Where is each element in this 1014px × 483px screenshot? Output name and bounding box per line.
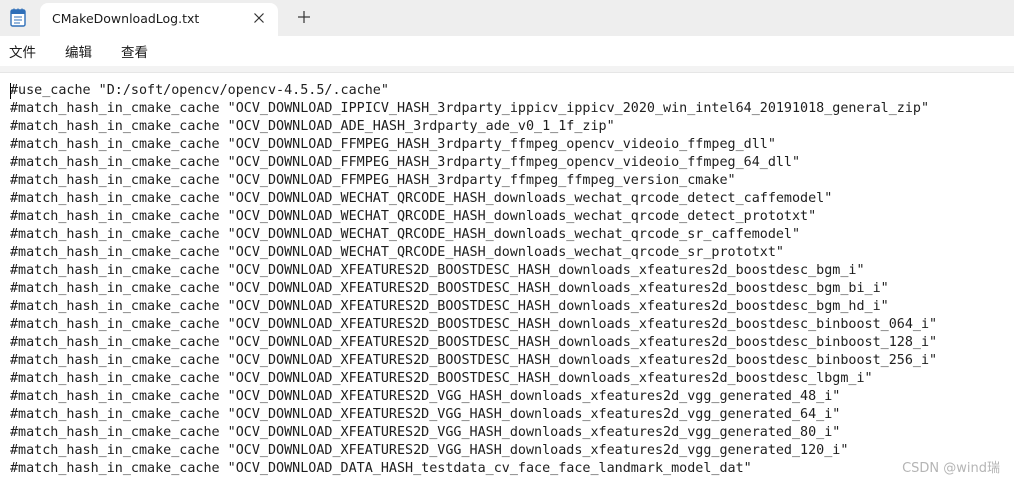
editor-line: #match_hash_in_cmake_cache "OCV_DOWNLOAD… [10, 353, 938, 368]
menu-view[interactable]: 查看 [119, 41, 150, 61]
menu-edit[interactable]: 编辑 [63, 41, 94, 61]
editor-line: #match_hash_in_cmake_cache "OCV_DOWNLOAD… [10, 299, 889, 314]
menu-file[interactable]: 文件 [7, 41, 38, 61]
editor-line: #match_hash_in_cmake_cache "OCV_DOWNLOAD… [10, 227, 801, 242]
editor-line: #match_hash_in_cmake_cache "OCV_DOWNLOAD… [10, 443, 849, 458]
editor-line: #match_hash_in_cmake_cache "OCV_DOWNLOAD… [10, 407, 841, 422]
text-editor[interactable]: #use_cache "D:/soft/opencv/opencv-4.5.5/… [0, 72, 1014, 483]
menu-bar: 文件 编辑 查看 [0, 36, 1014, 66]
notepad-icon [10, 8, 26, 27]
editor-line: #match_hash_in_cmake_cache "OCV_DOWNLOAD… [10, 137, 776, 152]
editor-line: #match_hash_in_cmake_cache "OCV_DOWNLOAD… [10, 281, 889, 296]
editor-lines: #use_cache "D:/soft/opencv/opencv-4.5.5/… [10, 82, 937, 478]
editor-line: #match_hash_in_cmake_cache "OCV_DOWNLOAD… [10, 209, 817, 224]
editor-line: #match_hash_in_cmake_cache "OCV_DOWNLOAD… [10, 263, 865, 278]
close-icon[interactable] [250, 9, 268, 27]
title-bar[interactable]: CMakeDownloadLog.txt [0, 0, 1014, 36]
tab-cmakedownloadlog[interactable]: CMakeDownloadLog.txt [40, 3, 278, 36]
editor-line: #match_hash_in_cmake_cache "OCV_DOWNLOAD… [10, 245, 784, 260]
tab-title: CMakeDownloadLog.txt [52, 11, 200, 26]
editor-line: #match_hash_in_cmake_cache "OCV_DOWNLOAD… [10, 119, 615, 134]
editor-line: #match_hash_in_cmake_cache "OCV_DOWNLOAD… [10, 155, 801, 170]
notepad-window: CMakeDownloadLog.txt 文件 编辑 查看 #use_cache… [0, 0, 1014, 483]
plus-icon[interactable] [294, 7, 314, 27]
editor-line: #match_hash_in_cmake_cache "OCV_DOWNLOAD… [10, 101, 930, 116]
editor-line: #match_hash_in_cmake_cache "OCV_DOWNLOAD… [10, 173, 736, 188]
editor-line: #match_hash_in_cmake_cache "OCV_DOWNLOAD… [10, 335, 938, 350]
editor-line: #match_hash_in_cmake_cache "OCV_DOWNLOAD… [10, 317, 938, 332]
editor-line: #match_hash_in_cmake_cache "OCV_DOWNLOAD… [10, 425, 841, 440]
watermark: CSDN @wind瑞 [902, 461, 1000, 476]
text-caret [10, 83, 11, 99]
editor-line: #match_hash_in_cmake_cache "OCV_DOWNLOAD… [10, 461, 752, 476]
editor-line: #use_cache "D:/soft/opencv/opencv-4.5.5/… [10, 83, 389, 98]
editor-line: #match_hash_in_cmake_cache "OCV_DOWNLOAD… [10, 389, 841, 404]
editor-line: #match_hash_in_cmake_cache "OCV_DOWNLOAD… [10, 371, 873, 386]
editor-line: #match_hash_in_cmake_cache "OCV_DOWNLOAD… [10, 191, 833, 206]
